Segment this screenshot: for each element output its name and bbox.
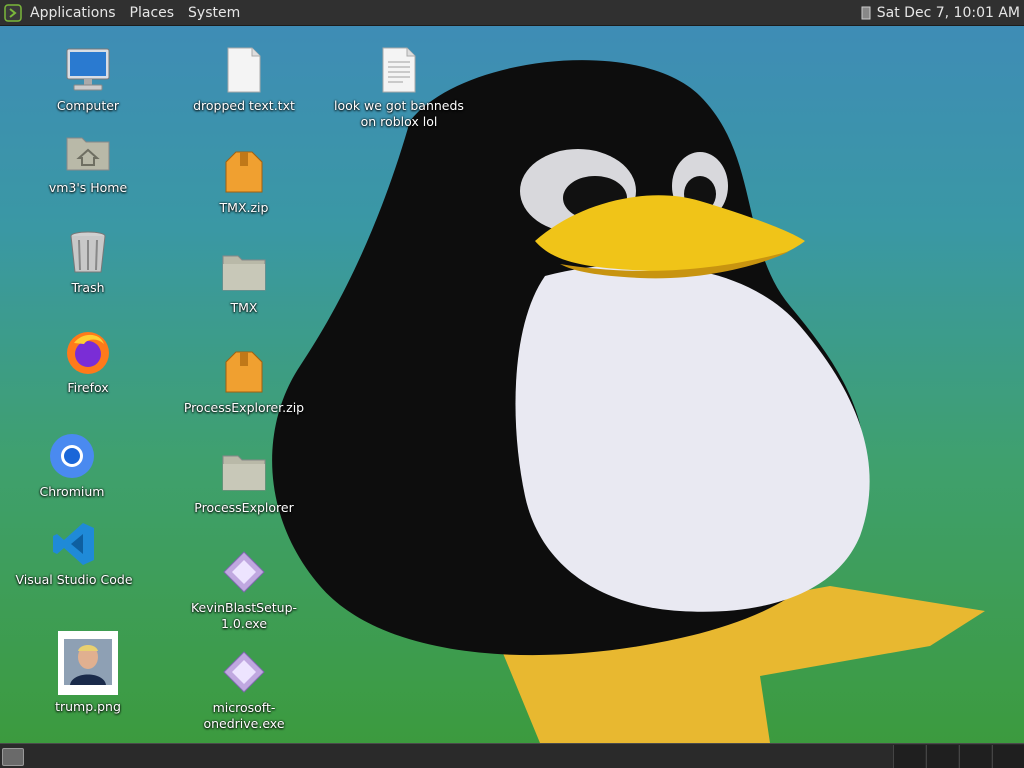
show-desktop-button[interactable] (2, 748, 24, 766)
icon-label: ProcessExplorer.zip (183, 400, 305, 415)
bottom-panel (0, 743, 1024, 768)
applications-menu[interactable]: Applications (30, 5, 116, 21)
desktop-icon-kevinblastsetup[interactable]: KevinBlastSetup-1.0.exe (179, 548, 309, 632)
system-tray: Sat Dec 7, 10:01 AM (861, 0, 1020, 25)
desktop-icon-processexplorer-zip[interactable]: ProcessExplorer.zip (179, 348, 309, 416)
icon-label: TMX.zip (219, 200, 269, 215)
icon-label: Trash (71, 280, 105, 295)
desktop-icon-tmx-zip[interactable]: TMX.zip (179, 148, 309, 216)
penguin-body (272, 60, 866, 656)
exe-file-icon (223, 651, 265, 693)
icon-label: Chromium (39, 484, 105, 499)
icon-label: TMX (230, 300, 258, 315)
penguin-belly (515, 264, 870, 612)
text-file-icon (227, 47, 261, 93)
text-file-icon (382, 47, 416, 93)
mate-logo-icon[interactable] (4, 3, 22, 22)
penguin-beak (535, 195, 805, 272)
workspace-2[interactable] (926, 745, 958, 768)
workspace-3[interactable] (959, 745, 991, 768)
icon-label: trump.png (55, 699, 121, 714)
icon-label: Firefox (67, 380, 109, 395)
clock[interactable]: Sat Dec 7, 10:01 AM (877, 5, 1020, 21)
vscode-icon (53, 523, 94, 565)
system-menu[interactable]: System (188, 5, 240, 21)
home-folder-icon (66, 137, 110, 171)
desktop-icon-vscode[interactable]: Visual Studio Code (9, 520, 139, 588)
desktop-icon-dropped-text[interactable]: dropped text.txt (179, 46, 309, 114)
chromium-icon (50, 434, 94, 478)
workspace-1[interactable] (893, 745, 925, 768)
desktop-icon-trump-png[interactable]: trump.png (23, 631, 153, 715)
desktop-icon-processexplorer-folder[interactable]: ProcessExplorer (179, 448, 309, 516)
exe-file-icon (223, 551, 265, 593)
icon-label: vm3's Home (48, 180, 128, 195)
trash-icon (70, 231, 106, 273)
icon-label: look we got banneds on roblox lol (334, 98, 464, 129)
zip-archive-icon (225, 351, 263, 393)
icon-label: KevinBlastSetup-1.0.exe (190, 600, 298, 631)
penguin-foot (500, 586, 985, 743)
desktop-icon-chromium[interactable]: Chromium (7, 432, 137, 500)
zip-archive-icon (225, 151, 263, 193)
desktop-icon-computer[interactable]: Computer (23, 46, 153, 114)
firefox-icon (67, 332, 109, 374)
desktop-wallpaper (272, 60, 985, 743)
folder-icon (222, 455, 266, 491)
places-menu[interactable]: Places (130, 5, 175, 21)
computer-icon (66, 48, 110, 91)
icon-label: Visual Studio Code (15, 572, 133, 587)
desktop-icon-home[interactable]: vm3's Home (23, 128, 153, 196)
penguin-right-eye (672, 152, 728, 220)
icon-label: ProcessExplorer (194, 500, 294, 515)
desktop-icon-trash[interactable]: Trash (23, 228, 153, 296)
folder-icon (222, 255, 266, 291)
desktop-icon-microsoft-onedrive[interactable]: microsoft-onedrive.exe (179, 648, 309, 732)
notification-icon[interactable] (861, 6, 871, 20)
icon-label: dropped text.txt (193, 98, 295, 113)
desktop-icon-firefox[interactable]: Firefox (23, 328, 153, 396)
desktop-icon-roblox-text[interactable]: look we got banneds on roblox lol (334, 46, 464, 130)
top-panel: Applications Places System Sat Dec 7, 10… (0, 0, 1024, 26)
icon-label: Computer (56, 98, 120, 113)
main-menu: Applications Places System (4, 0, 254, 25)
icon-label: microsoft-onedrive.exe (203, 700, 285, 731)
desktop-icon-tmx-folder[interactable]: TMX (179, 248, 309, 316)
penguin-left-eye (520, 149, 636, 233)
image-thumbnail-icon (58, 631, 118, 695)
workspace-4[interactable] (992, 745, 1024, 768)
